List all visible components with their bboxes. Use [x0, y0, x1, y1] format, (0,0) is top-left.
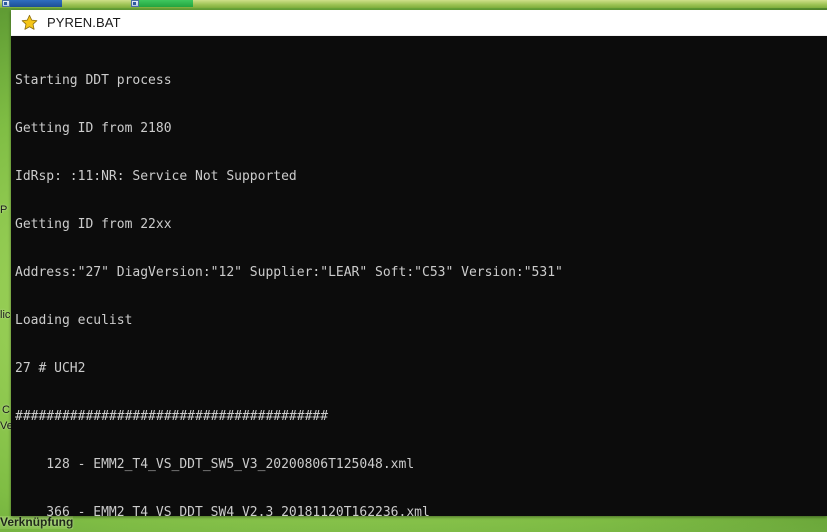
desktop-screen: P lic C Ve S Verknüpfung PYREN.BAT Start… [0, 0, 827, 532]
taskbar-button-body [10, 0, 62, 7]
console-line: Loading eculist [15, 313, 133, 328]
taskbar-window-button-2[interactable] [131, 0, 193, 7]
window-icon [2, 0, 10, 7]
console-line-ecu-name: 27 # UCH2 [15, 361, 86, 376]
window-icon [131, 0, 139, 7]
console-text: Starting DDT process Getting ID from 218… [15, 41, 827, 516]
console-separator: ######################################## [15, 409, 329, 424]
console-line-ecu-info: Address:"27" DiagVersion:"12" Supplier:"… [15, 265, 563, 280]
taskbar-window-button-1[interactable] [2, 0, 62, 7]
console-line: Getting ID from 22xx [15, 217, 172, 232]
taskbar-button-body [139, 0, 193, 7]
window-title: PYREN.BAT [47, 15, 121, 30]
console-file-entry: 366 - EMM2_T4_VS_DDT_SW4_V2.3_20181120T1… [15, 505, 430, 516]
console-window: PYREN.BAT Starting DDT process Getting I… [11, 10, 827, 516]
console-output-area[interactable]: Starting DDT process Getting ID from 218… [11, 36, 827, 516]
desktop-icon-label-verknuepfung[interactable]: Verknüpfung [0, 516, 74, 529]
taskbar [0, 0, 827, 8]
window-titlebar[interactable]: PYREN.BAT [11, 10, 827, 36]
desktop-bottom-strip [0, 516, 827, 532]
desktop-icon-label-fragment[interactable]: lic [0, 309, 10, 322]
desktop-icon-label-fragment[interactable]: C [2, 404, 10, 417]
console-line: IdRsp: :11:NR: Service Not Supported [15, 169, 297, 184]
desktop-icon-label-fragment[interactable]: P [0, 204, 7, 217]
console-line: Starting DDT process [15, 73, 172, 88]
console-file-entry: 128 - EMM2_T4_VS_DDT_SW5_V3_20200806T125… [15, 457, 415, 472]
star-icon [21, 14, 38, 30]
console-line: Getting ID from 2180 [15, 121, 172, 136]
